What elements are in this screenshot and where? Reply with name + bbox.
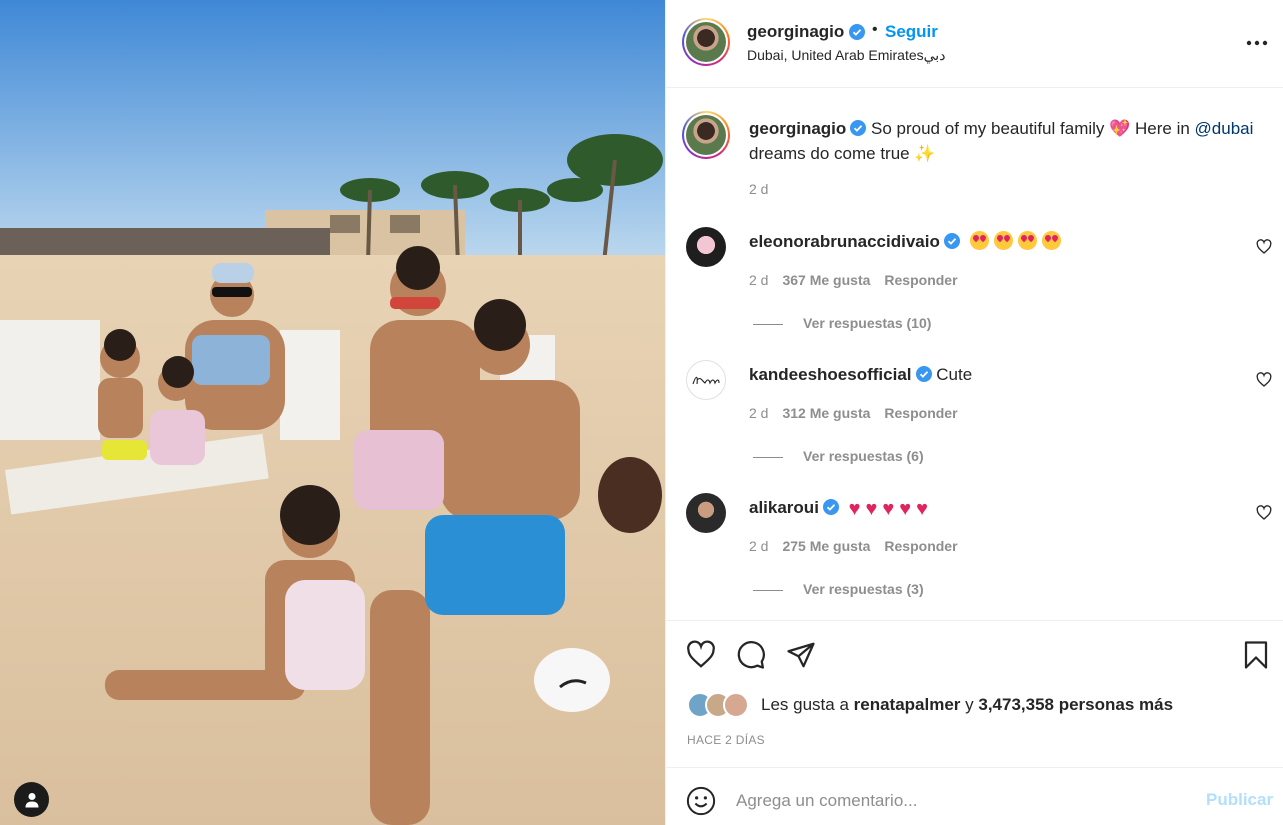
comment-like-heart-icon[interactable]	[1256, 505, 1272, 521]
add-comment-bar: Publicar	[666, 767, 1283, 825]
likes-text[interactable]: Les gusta a renatapalmer y 3,473,358 per…	[761, 695, 1173, 715]
comments-list[interactable]: georginagio So proud of my beautiful fam…	[666, 89, 1283, 620]
comment-username[interactable]: eleonorabrunaccidivaio	[749, 232, 940, 251]
red-heart-emoji: ♥	[916, 498, 929, 520]
beach-family-photo	[0, 0, 665, 825]
post-details-panel: georginagio • Seguir Dubai, United Arab …	[665, 0, 1283, 825]
comment-username[interactable]: alikaroui	[749, 498, 819, 517]
heart-eyes-emoji	[1017, 231, 1037, 250]
comment-meta: 2 d 367 Me gusta Responder	[749, 272, 958, 288]
separator-dot: •	[872, 21, 878, 38]
mention-link[interactable]: @dubai	[1195, 119, 1254, 138]
post-comment-button[interactable]: Publicar	[1206, 790, 1273, 810]
verified-badge-icon	[915, 365, 932, 388]
comment-like-heart-icon[interactable]	[1256, 239, 1272, 255]
verified-badge-icon	[850, 119, 867, 142]
comment-text: eleonorabrunaccidivaio	[749, 230, 1274, 255]
likes-prefix: Les gusta a	[761, 695, 854, 714]
caption-body-end: dreams do come true ✨	[749, 144, 936, 163]
verified-badge-icon	[822, 498, 839, 521]
verified-badge-icon	[943, 232, 960, 255]
view-replies-label: Ver respuestas (10)	[803, 315, 932, 331]
post-time[interactable]: HACE 2 DÍAS	[687, 733, 765, 747]
comment-time: 2 d	[749, 405, 769, 421]
red-heart-emoji: ♥	[882, 498, 895, 520]
caption-username[interactable]: georginagio	[749, 119, 846, 138]
likes-count[interactable]: 3,473,358 personas más	[978, 695, 1173, 714]
likes-summary: Les gusta a renatapalmer y 3,473,358 per…	[687, 692, 1173, 718]
reply-button[interactable]: Responder	[884, 405, 957, 421]
caption-body: So proud of my beautiful family 💖 Here i…	[871, 119, 1195, 138]
comment-icon[interactable]	[736, 640, 766, 670]
red-heart-emoji: ♥	[865, 498, 878, 520]
caption-time: 2 d	[749, 181, 769, 197]
comment-text: alikaroui ♥ ♥ ♥ ♥ ♥	[749, 496, 1274, 521]
paper-plane-icon[interactable]	[786, 640, 816, 670]
commenter-avatar[interactable]	[686, 227, 726, 267]
heart-eyes-emoji	[993, 231, 1013, 250]
liker-avatar[interactable]	[723, 692, 749, 718]
red-heart-emoji: ♥	[899, 498, 912, 520]
liker-username[interactable]: renatapalmer	[854, 695, 961, 714]
comment-text: kandeeshoesofficial Cute	[749, 363, 1274, 388]
bookmark-icon[interactable]	[1241, 640, 1271, 670]
verified-badge-icon	[849, 24, 865, 45]
comment-likes[interactable]: 275 Me gusta	[782, 538, 870, 554]
comment-time: 2 d	[749, 272, 769, 288]
heart-icon[interactable]	[686, 640, 716, 670]
user-tag-icon[interactable]	[14, 782, 49, 817]
view-replies-button[interactable]: Ver respuestas (6)	[753, 448, 924, 464]
view-replies-button[interactable]: Ver respuestas (10)	[753, 315, 931, 331]
commenter-avatar[interactable]	[686, 360, 726, 400]
view-replies-label: Ver respuestas (3)	[803, 581, 924, 597]
emoji-icon[interactable]	[686, 786, 716, 816]
comment-body: Cute	[936, 365, 973, 384]
comment-meta: 2 d 312 Me gusta Responder	[749, 405, 958, 421]
commenter-avatar[interactable]	[686, 493, 726, 533]
post-photo[interactable]	[0, 0, 665, 825]
red-heart-emoji: ♥	[848, 498, 861, 520]
view-replies-label: Ver respuestas (6)	[803, 448, 924, 464]
heart-eyes-emoji	[1041, 231, 1061, 250]
follow-button[interactable]: Seguir	[885, 22, 938, 42]
author-username[interactable]: georginagio	[747, 22, 844, 42]
caption-author-avatar[interactable]	[682, 111, 730, 159]
location-link[interactable]: Dubai, United Arab Emiratesدبي	[747, 47, 945, 64]
comment-like-heart-icon[interactable]	[1256, 372, 1272, 388]
caption-text: georginagio So proud of my beautiful fam…	[749, 117, 1274, 165]
post-header: georginagio • Seguir Dubai, United Arab …	[666, 0, 1283, 88]
author-avatar[interactable]	[682, 18, 730, 66]
comment-likes[interactable]: 367 Me gusta	[782, 272, 870, 288]
post-actions: Les gusta a renatapalmer y 3,473,358 per…	[666, 620, 1283, 766]
reply-button[interactable]: Responder	[884, 538, 957, 554]
comment-username[interactable]: kandeeshoesofficial	[749, 365, 912, 384]
view-replies-button[interactable]: Ver respuestas (3)	[753, 581, 924, 597]
heart-eyes-emoji	[969, 231, 989, 250]
comment-likes[interactable]: 312 Me gusta	[782, 405, 870, 421]
comment-time: 2 d	[749, 538, 769, 554]
reply-button[interactable]: Responder	[884, 272, 957, 288]
more-options-icon[interactable]	[1244, 30, 1270, 56]
comment-input[interactable]	[736, 788, 1186, 814]
likes-connector: y	[960, 695, 979, 714]
comment-meta: 2 d 275 Me gusta Responder	[749, 538, 958, 554]
